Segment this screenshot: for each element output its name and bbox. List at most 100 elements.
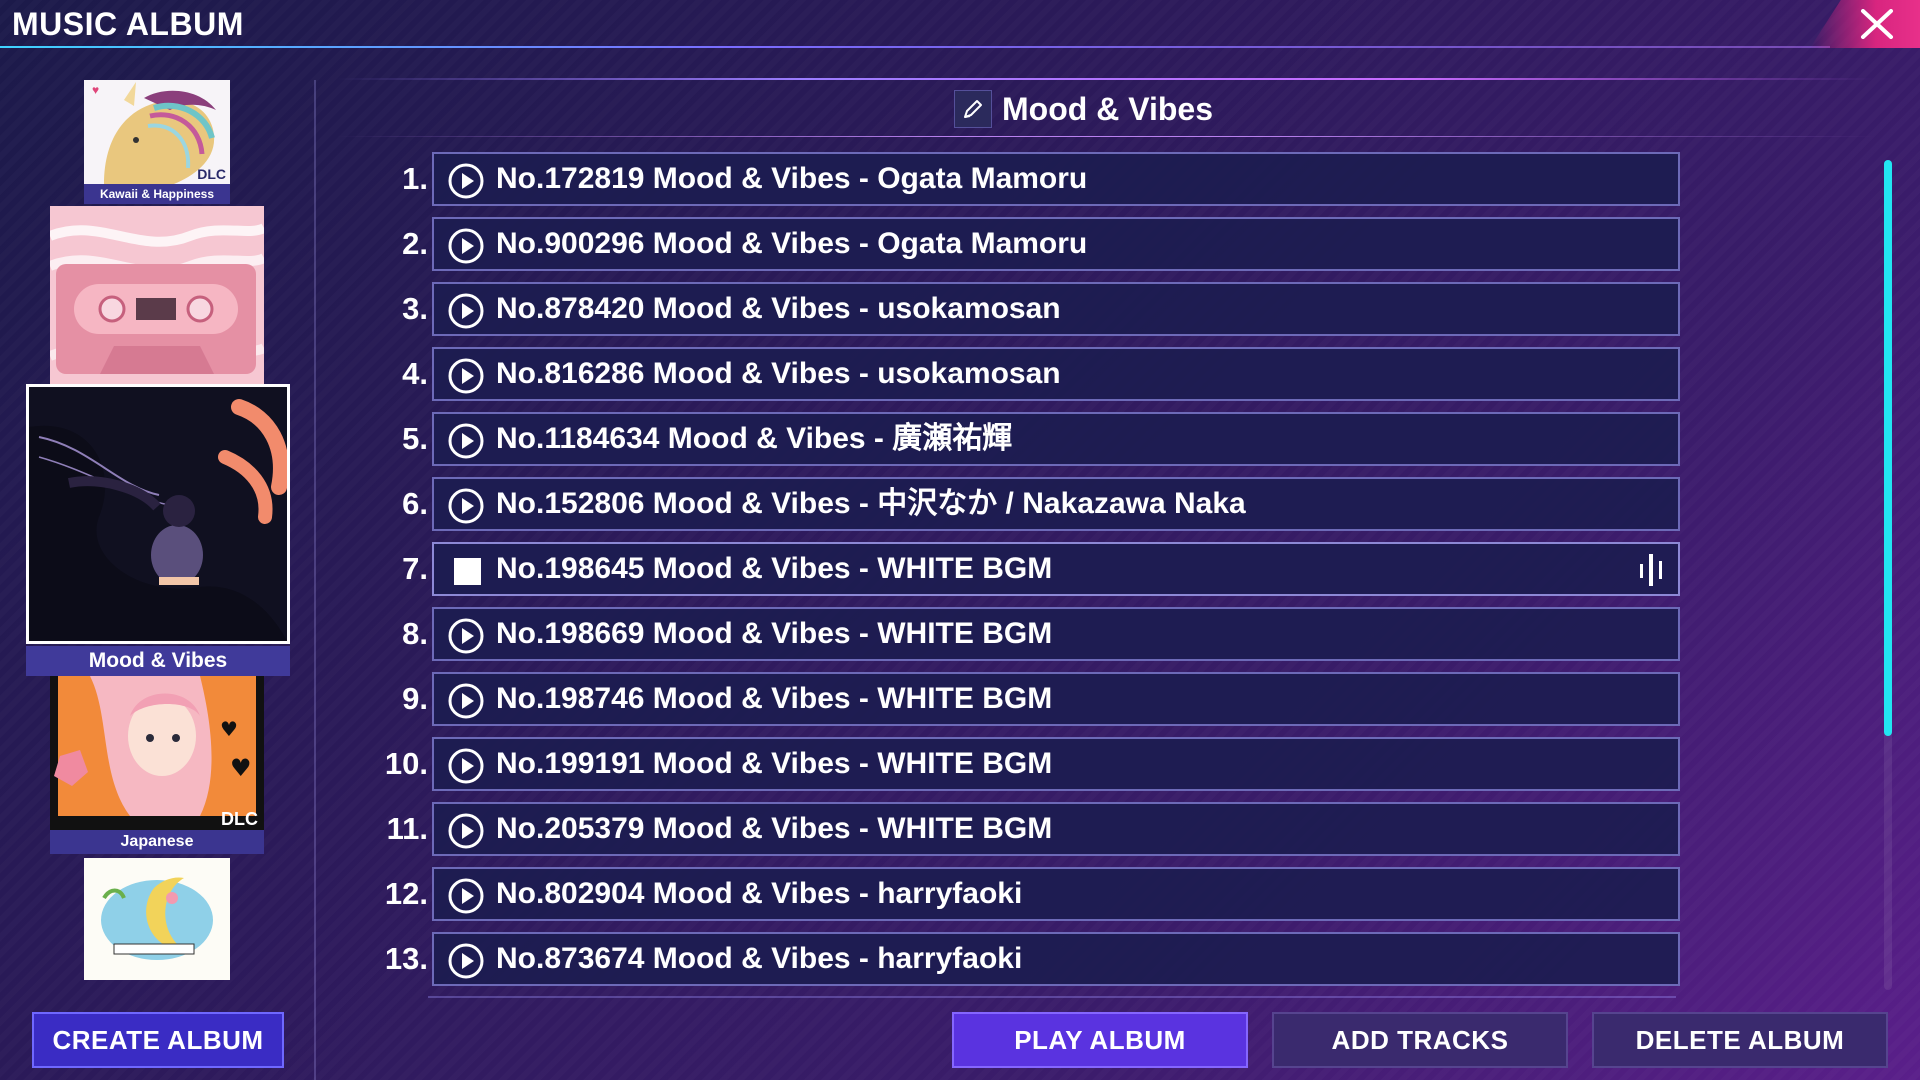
track-number: 1. (402, 161, 428, 196)
track-number: 5. (402, 421, 428, 456)
equalizer-icon (1640, 554, 1662, 586)
list-bottom-divider (428, 996, 1676, 998)
svg-text:♥: ♥ (92, 83, 99, 97)
play-album-button[interactable]: PLAY ALBUM (952, 1012, 1248, 1068)
track-row: 4. No.816286 Mood & Vibes - usokamosan (360, 347, 1680, 401)
album-card-mood-vibes[interactable]: Mood & Vibes (26, 384, 290, 676)
play-icon[interactable] (448, 488, 484, 524)
play-icon[interactable] (448, 618, 484, 654)
track-item[interactable]: No.802904 Mood & Vibes - harryfaoki (432, 867, 1680, 921)
album-card-japanese[interactable]: ♥ ♥ DLC Japanese (50, 676, 264, 854)
track-title: No.802904 Mood & Vibes - harryfaoki (496, 877, 1023, 910)
album-cover: ♥ DLC (84, 80, 230, 184)
close-button[interactable] (1810, 0, 1920, 48)
album-cover (26, 384, 290, 644)
app-title: MUSIC ALBUM (12, 6, 244, 42)
track-item[interactable]: No.198645 Mood & Vibes - WHITE BGM (432, 542, 1680, 596)
track-number: 12. (384, 876, 428, 911)
scrollbar-thumb[interactable] (1884, 160, 1892, 736)
track-item[interactable]: No.1184634 Mood & Vibes - 廣瀬祐輝 (432, 412, 1680, 466)
track-item[interactable]: No.152806 Mood & Vibes - 中沢なか / Nakazawa… (432, 477, 1680, 531)
track-title: No.878420 Mood & Vibes - usokamosan (496, 292, 1061, 325)
track-row: 7. No.198645 Mood & Vibes - WHITE BGM (360, 542, 1680, 596)
svg-text:♥: ♥ (220, 717, 238, 741)
track-title: No.873674 Mood & Vibes - harryfaoki (496, 942, 1023, 975)
track-number: 4. (402, 356, 428, 391)
track-item[interactable]: No.198746 Mood & Vibes - WHITE BGM (432, 672, 1680, 726)
play-icon[interactable] (448, 163, 484, 199)
track-number: 7. (402, 551, 428, 586)
track-row: 6. No.152806 Mood & Vibes - 中沢なか / Nakaza… (360, 477, 1680, 531)
track-number: 2. (402, 226, 428, 261)
track-title: No.900296 Mood & Vibes - Ogata Mamoru (496, 227, 1088, 260)
svg-text:♥: ♥ (230, 754, 252, 782)
track-number: 11. (386, 811, 428, 846)
play-icon[interactable] (448, 748, 484, 784)
track-title: No.172819 Mood & Vibes - Ogata Mamoru (496, 162, 1088, 195)
play-icon[interactable] (448, 943, 484, 979)
cassette-art (50, 206, 264, 386)
track-title: No.152806 Mood & Vibes - 中沢なか / Nakazawa… (496, 487, 1246, 520)
track-item[interactable]: No.198669 Mood & Vibes - WHITE BGM (432, 607, 1680, 661)
dlc-badge: DLC (197, 166, 226, 182)
album-label: Mood & Vibes (26, 646, 290, 676)
track-item[interactable]: No.205379 Mood & Vibes - WHITE BGM (432, 802, 1680, 856)
play-icon[interactable] (448, 683, 484, 719)
album-label: Japanese (50, 830, 264, 854)
album-cover: ♥ ♥ DLC (50, 676, 264, 830)
play-icon[interactable] (448, 293, 484, 329)
track-row: 12. No.802904 Mood & Vibes - harryfaoki (360, 867, 1680, 921)
album-cover (84, 858, 230, 980)
track-item[interactable]: No.172819 Mood & Vibes - Ogata Mamoru (432, 152, 1680, 206)
panel-sub-divider (336, 136, 1876, 137)
delete-album-button[interactable]: DELETE ALBUM (1592, 1012, 1888, 1068)
album-cover (50, 206, 264, 386)
track-item[interactable]: No.816286 Mood & Vibes - usokamosan (432, 347, 1680, 401)
album-heading: Mood & Vibes (954, 90, 1213, 128)
track-row: 5. No.1184634 Mood & Vibes - 廣瀬祐輝 (360, 412, 1680, 466)
header-divider (0, 46, 1830, 48)
track-title: No.205379 Mood & Vibes - WHITE BGM (496, 812, 1053, 845)
add-tracks-button[interactable]: ADD TRACKS (1272, 1012, 1568, 1068)
album-title: Mood & Vibes (1002, 90, 1213, 127)
track-item[interactable]: No.900296 Mood & Vibes - Ogata Mamoru (432, 217, 1680, 271)
track-item[interactable]: No.199191 Mood & Vibes - WHITE BGM (432, 737, 1680, 791)
edit-title-button[interactable] (954, 90, 992, 128)
sidebar-divider (314, 80, 316, 1080)
create-album-button[interactable]: CREATE ALBUM (32, 1012, 284, 1068)
track-number: 3. (402, 291, 428, 326)
track-title: No.198746 Mood & Vibes - WHITE BGM (496, 682, 1053, 715)
mood-vibes-art (29, 387, 287, 641)
play-icon[interactable] (448, 228, 484, 264)
track-item[interactable]: No.878420 Mood & Vibes - usokamosan (432, 282, 1680, 336)
track-title: No.816286 Mood & Vibes - usokamosan (496, 357, 1061, 390)
stop-icon[interactable] (454, 558, 481, 585)
play-icon[interactable] (448, 358, 484, 394)
track-title: No.198669 Mood & Vibes - WHITE BGM (496, 617, 1053, 650)
album-card-kawaii[interactable]: ♥ DLC Kawaii & Happiness (84, 80, 230, 204)
track-number: 10. (384, 746, 428, 781)
track-title: No.198645 Mood & Vibes - WHITE BGM (496, 552, 1053, 585)
album-label: Kawaii & Happiness (84, 184, 230, 204)
track-row: 10. No.199191 Mood & Vibes - WHITE BGM (360, 737, 1680, 791)
track-row: 8. No.198669 Mood & Vibes - WHITE BGM (360, 607, 1680, 661)
pencil-icon (964, 100, 982, 118)
track-row: 13. No.873674 Mood & Vibes - harryfaoki (360, 932, 1680, 986)
album-card-cassette[interactable] (50, 206, 264, 386)
title-bar: MUSIC ALBUM (0, 0, 1920, 50)
close-icon (1861, 9, 1893, 39)
track-row: 3. No.878420 Mood & Vibes - usokamosan (360, 282, 1680, 336)
album-card-moon[interactable] (84, 858, 230, 980)
track-number: 6. (402, 486, 428, 521)
play-icon[interactable] (448, 813, 484, 849)
track-item[interactable]: No.873674 Mood & Vibes - harryfaoki (432, 932, 1680, 986)
track-row: 9. No.198746 Mood & Vibes - WHITE BGM (360, 672, 1680, 726)
play-icon[interactable] (448, 423, 484, 459)
track-row: 11. No.205379 Mood & Vibes - WHITE BGM (360, 802, 1680, 856)
moon-piano-art (84, 858, 230, 980)
play-icon[interactable] (448, 878, 484, 914)
track-number: 8. (402, 616, 428, 651)
track-row: 2. No.900296 Mood & Vibes - Ogata Mamoru (360, 217, 1680, 271)
dlc-badge: DLC (221, 809, 258, 829)
track-title: No.1184634 Mood & Vibes - 廣瀬祐輝 (496, 422, 1013, 455)
